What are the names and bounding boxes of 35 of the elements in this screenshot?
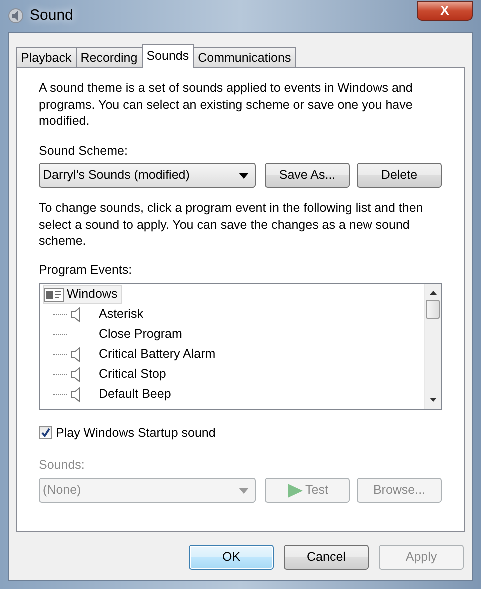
tab[interactable]: Playback: [16, 47, 77, 68]
event-item[interactable]: Default Beep: [99, 385, 172, 404]
instructions-text: To change sounds, click a program event in the following list and then select a sound to apply. You can save the changes as a new sound scheme.: [39, 200, 424, 250]
window-title: Sound: [30, 6, 74, 26]
event-item[interactable]: Critical Battery Alarm: [99, 345, 216, 364]
scheme-dropdown[interactable]: Darryl's Sounds (modified): [39, 163, 256, 188]
tree-group[interactable]: Windows: [43, 285, 122, 304]
speaker-icon: [71, 386, 83, 402]
tab[interactable]: Recording: [76, 47, 143, 68]
event-item[interactable]: Critical Stop: [99, 365, 166, 384]
tab[interactable]: Communications: [193, 47, 296, 68]
sound-scheme-label: Sound Scheme:: [39, 142, 129, 160]
scroll-thumb[interactable]: [426, 300, 440, 318]
dialog-button[interactable]: Cancel: [284, 544, 369, 570]
play-icon: [286, 484, 303, 498]
speaker-icon: [71, 366, 83, 382]
event-item[interactable]: Asterisk: [99, 305, 144, 324]
speaker-icon: [8, 8, 24, 24]
sounds-label: Sounds:: [39, 457, 86, 474]
check-icon: [40, 428, 50, 438]
program-events-label: Program Events:: [39, 262, 134, 279]
window-icon: [44, 288, 64, 302]
tab[interactable]: Sounds: [142, 44, 194, 68]
speaker-icon: [71, 306, 83, 322]
program-events-list[interactable]: Windows Asterisk Close Program Critical Battery Alarm Critical Stop Default Beep: [39, 282, 442, 410]
scrollbar[interactable]: [424, 284, 441, 408]
event-item[interactable]: Close Program: [99, 325, 182, 344]
startup-sound-checkbox[interactable]: [39, 426, 52, 440]
dialog-button[interactable]: OK: [189, 544, 274, 570]
description-text: A sound theme is a set of sounds applied to events in Windows and programs. You can select an existing scheme or save one you have modified.: [39, 80, 414, 130]
startup-sound-label: Play Windows Startup sound: [56, 424, 216, 442]
close-button[interactable]: X: [417, 1, 473, 21]
delete-button[interactable]: Delete: [357, 163, 442, 188]
save-as-button[interactable]: Save As...: [265, 163, 350, 188]
speaker-icon: [71, 346, 83, 362]
